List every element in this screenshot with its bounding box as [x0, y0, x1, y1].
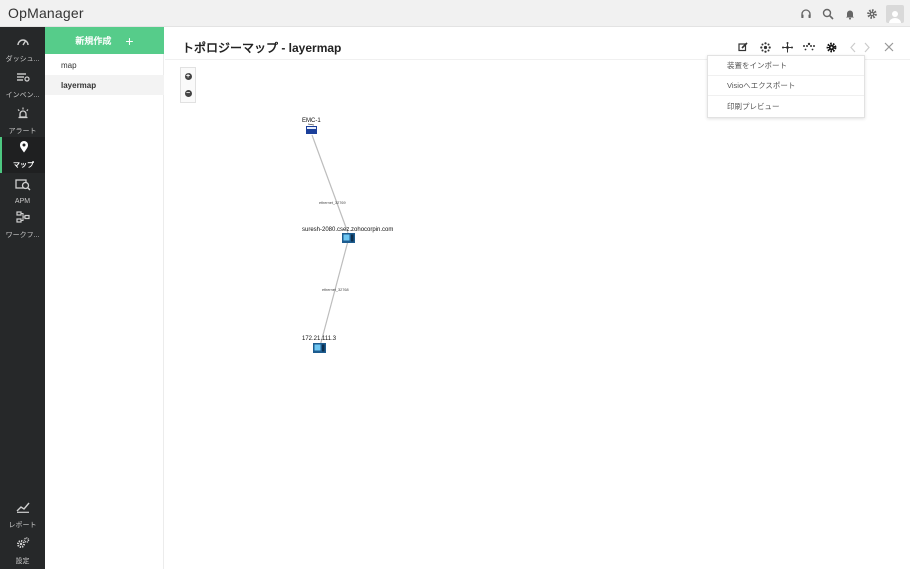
nav-label: APM: [14, 197, 31, 205]
bell-icon[interactable]: [842, 6, 858, 22]
node-label: 172.21.111.3: [302, 336, 337, 342]
link-label: ethernet_32768: [322, 288, 349, 292]
nav-label: インベン...: [5, 92, 40, 99]
map-list-panel: 新規作成 + map layermap: [45, 27, 164, 569]
nav-label: ワークフ...: [5, 232, 40, 239]
plus-icon: +: [125, 32, 134, 49]
nav-item-maps[interactable]: マップ: [0, 137, 45, 173]
nav-item-reports[interactable]: レポート: [0, 497, 45, 533]
map-list-item-selected[interactable]: layermap: [45, 75, 164, 95]
nav-label: マップ: [13, 162, 34, 169]
create-new-label: 新規作成: [75, 36, 112, 46]
alarm-icon: [16, 106, 30, 124]
nav-label: ダッシュ...: [5, 56, 40, 63]
server-device-icon[interactable]: [313, 343, 326, 353]
link-label: ethernet_32769: [319, 201, 346, 205]
node-label: EMC-1: [302, 118, 321, 124]
create-new-map-button[interactable]: 新規作成 +: [45, 27, 164, 54]
nav-item-workflow[interactable]: ワークフ...: [0, 207, 45, 243]
server-device-icon[interactable]: [342, 233, 355, 243]
nav-item-dashboard[interactable]: ダッシュ...: [0, 31, 45, 67]
nav-label: 設定: [15, 558, 30, 565]
search-icon[interactable]: [820, 6, 836, 22]
apm-icon: [14, 178, 31, 196]
nav-label: レポート: [8, 522, 37, 529]
nav-item-inventory[interactable]: インベン...: [0, 67, 45, 103]
app-title: OpManager: [8, 5, 84, 21]
user-avatar[interactable]: [886, 5, 904, 23]
menu-item-print-preview[interactable]: 印刷プレビュー: [708, 96, 864, 116]
map-list-item[interactable]: map: [45, 55, 164, 75]
node-label: suresh-2080.csez.zohocorpin.com: [302, 227, 393, 233]
map-pin-icon: [18, 140, 30, 158]
menu-item-import-devices[interactable]: 装置をインポート: [708, 56, 864, 76]
inventory-icon: [16, 70, 30, 88]
storage-device-icon[interactable]: [306, 123, 317, 134]
dashboard-icon: [16, 34, 30, 52]
map-canvas-area: トポロジーマップ - layermap + − ethernet_32769 e…: [165, 27, 910, 569]
top-icons: [798, 5, 904, 23]
top-bar: OpManager: [0, 0, 910, 27]
settings-gears-icon: [16, 536, 30, 554]
nav-item-apm[interactable]: APM: [0, 173, 45, 209]
topology-link[interactable]: [311, 134, 349, 234]
nav-item-alarms[interactable]: アラート: [0, 103, 45, 139]
report-chart-icon: [16, 500, 30, 518]
headset-icon[interactable]: [798, 6, 814, 22]
left-nav: ダッシュ... インベン... アラート マップ APM ワークフ... レポー…: [0, 27, 45, 569]
topology-link[interactable]: [318, 240, 349, 351]
gear-icon[interactable]: [864, 6, 880, 22]
menu-item-export-visio[interactable]: Visioへエクスポート: [708, 76, 864, 96]
nav-item-settings[interactable]: 設定: [0, 533, 45, 569]
workflow-icon: [15, 210, 30, 228]
nav-label: アラート: [8, 128, 37, 135]
settings-dropdown-menu: 装置をインポート Visioへエクスポート 印刷プレビュー: [707, 55, 865, 118]
